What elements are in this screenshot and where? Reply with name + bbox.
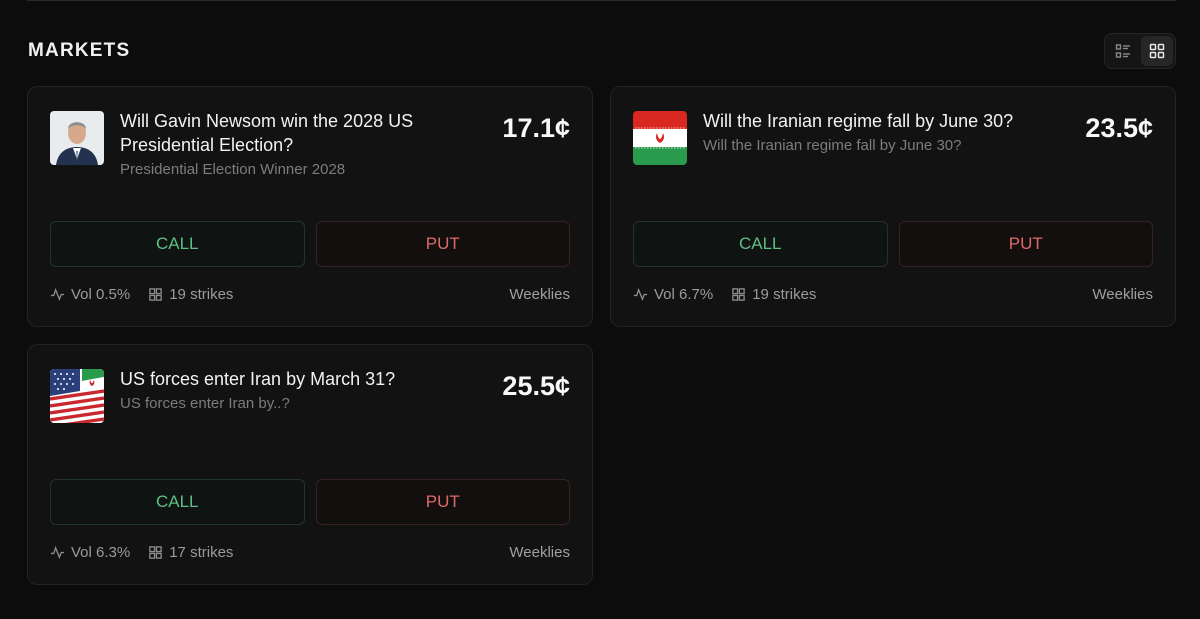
put-button[interactable]: PUT — [315, 479, 570, 525]
call-button[interactable]: CALL — [50, 221, 305, 267]
iran-flag-thumbnail — [633, 111, 687, 165]
expiry-label: Weeklies — [509, 285, 570, 303]
list-view-button[interactable] — [1107, 36, 1139, 66]
action-buttons: CALL PUT — [633, 221, 1153, 267]
market-subtitle: Presidential Election Winner 2028 — [120, 161, 346, 178]
market-card-iran-regime[interactable]: Will the Iranian regime fall by June 30?… — [610, 86, 1176, 327]
list-view-icon — [1115, 44, 1130, 58]
market-title[interactable]: Will the Iranian regime fall by June 30? — [703, 109, 1043, 133]
market-title[interactable]: US forces enter Iran by March 31? — [120, 367, 460, 391]
volatility-text: Vol 6.7% — [654, 285, 714, 303]
strikes-text: 19 strikes — [752, 285, 817, 303]
call-button[interactable]: CALL — [633, 221, 888, 267]
action-buttons: CALL PUT — [50, 221, 570, 267]
market-price: 17.1¢ — [502, 113, 570, 143]
markets-header: MARKETS — [28, 32, 1176, 70]
expiry-label: Weeklies — [509, 543, 570, 561]
put-button[interactable]: PUT — [898, 221, 1153, 267]
volatility-info: Vol 0.5% — [50, 286, 130, 303]
action-buttons: CALL PUT — [50, 479, 570, 525]
card-header: Will the Iranian regime fall by June 30?… — [633, 109, 1153, 189]
market-title[interactable]: Will Gavin Newsom win the 2028 US Presid… — [120, 109, 460, 157]
question-block: Will Gavin Newsom win the 2028 US Presid… — [120, 109, 460, 178]
market-subtitle: US forces enter Iran by..? — [120, 395, 290, 412]
strikes-info: 17 strikes — [148, 544, 233, 561]
grid-view-icon — [1149, 43, 1165, 59]
question-block: Will the Iranian regime fall by June 30?… — [703, 109, 1043, 154]
grid-icon — [149, 545, 162, 559]
card-header: Will Gavin Newsom win the 2028 US Presid… — [50, 109, 570, 189]
call-button[interactable]: CALL — [50, 479, 305, 525]
card-footer: Vol 6.7% 19 strikes Weeklies — [633, 283, 1153, 305]
market-card-us-iran[interactable]: US forces enter Iran by March 31? US for… — [27, 344, 593, 585]
strikes-text: 19 strikes — [169, 285, 234, 303]
card-header: US forces enter Iran by March 31? US for… — [50, 367, 570, 447]
activity-icon — [50, 545, 65, 559]
activity-icon — [50, 287, 65, 301]
put-button[interactable]: PUT — [315, 221, 570, 267]
question-block: US forces enter Iran by March 31? US for… — [120, 367, 460, 412]
volatility-info: Vol 6.3% — [50, 544, 130, 561]
card-footer: Vol 0.5% 19 strikes Weeklies — [50, 283, 570, 305]
newsom-thumbnail — [50, 111, 104, 165]
strikes-info: 19 strikes — [731, 286, 816, 303]
market-price: 25.5¢ — [502, 371, 570, 401]
strikes-text: 17 strikes — [169, 543, 234, 561]
volatility-text: Vol 0.5% — [71, 285, 131, 303]
activity-icon — [633, 287, 648, 301]
market-card-newsom[interactable]: Will Gavin Newsom win the 2028 US Presid… — [27, 86, 593, 327]
grid-icon — [149, 287, 162, 301]
card-footer: Vol 6.3% 17 strikes Weeklies — [50, 541, 570, 563]
strikes-info: 19 strikes — [148, 286, 233, 303]
top-divider — [27, 0, 1176, 1]
grid-icon — [732, 287, 745, 301]
market-subtitle: Will the Iranian regime fall by June 30? — [703, 137, 962, 154]
volatility-text: Vol 6.3% — [71, 543, 131, 561]
grid-view-button[interactable] — [1141, 36, 1173, 66]
us-iran-flags-thumbnail — [50, 369, 104, 423]
view-toggle — [1104, 33, 1176, 69]
section-title: MARKETS — [28, 40, 131, 61]
expiry-label: Weeklies — [1092, 285, 1153, 303]
volatility-info: Vol 6.7% — [633, 286, 713, 303]
market-price: 23.5¢ — [1085, 113, 1153, 143]
